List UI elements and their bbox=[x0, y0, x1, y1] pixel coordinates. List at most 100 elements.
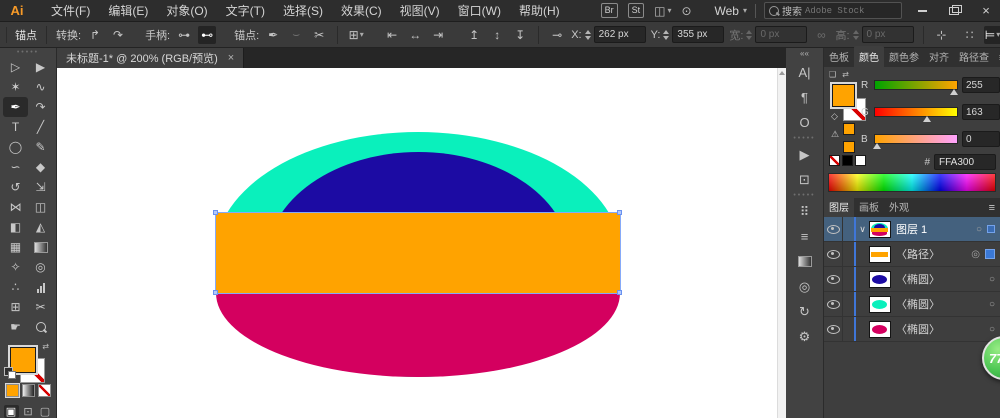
menubar-item[interactable]: 选择(S) bbox=[274, 0, 332, 22]
x-field-value[interactable]: 262 px bbox=[594, 26, 646, 43]
eraser-tool[interactable]: ◆ bbox=[28, 157, 53, 177]
width-field[interactable]: 宽:0 px bbox=[729, 26, 807, 43]
ellipse-tool[interactable]: ◯ bbox=[3, 137, 28, 157]
shape-builder-tool[interactable]: ◧ bbox=[3, 217, 28, 237]
transparency-panel-icon[interactable]: ◎ bbox=[786, 274, 824, 299]
connect-path-icon[interactable]: ⌣ bbox=[287, 26, 305, 44]
selection-anchor[interactable] bbox=[617, 210, 622, 215]
panel-toggle-icon[interactable]: ⊨▾ bbox=[984, 26, 1000, 44]
slider-thumb[interactable] bbox=[873, 143, 881, 149]
menubar-item[interactable]: 效果(C) bbox=[332, 0, 391, 22]
magic-wand-tool[interactable]: ✶ bbox=[3, 77, 28, 97]
slider-thumb[interactable] bbox=[923, 116, 931, 122]
menubar-item[interactable]: 编辑(E) bbox=[99, 0, 157, 22]
draw-mode-2-button[interactable]: ▢ bbox=[38, 405, 53, 418]
visibility-toggle[interactable] bbox=[824, 267, 843, 291]
x-field-stepper[interactable] bbox=[585, 30, 591, 40]
touch-type-tool-icon[interactable]: ⊙ bbox=[682, 4, 692, 18]
layer-name[interactable]: 〈椭圆〉 bbox=[896, 321, 940, 337]
artboard-tool[interactable]: ⊞ bbox=[3, 297, 28, 317]
reference-point-icon[interactable]: ⊸ bbox=[548, 26, 566, 44]
character-panel-icon[interactable]: A| bbox=[786, 60, 824, 85]
type-tool[interactable]: T bbox=[3, 117, 28, 137]
layers-tab-画板[interactable]: 画板 bbox=[854, 196, 884, 217]
artboard-options-icon[interactable]: ⊞▾ bbox=[347, 26, 365, 44]
transform-panel-icon[interactable]: ⠿ bbox=[786, 199, 824, 224]
channel-G-slider[interactable] bbox=[874, 107, 958, 117]
workspace-switcher[interactable]: Web ▾ bbox=[715, 4, 747, 18]
restore-button[interactable] bbox=[942, 3, 966, 19]
slice-tool[interactable]: ✂ bbox=[28, 297, 53, 317]
visibility-toggle[interactable] bbox=[824, 317, 843, 341]
height-field-value[interactable]: 0 px bbox=[862, 26, 914, 43]
layer-name[interactable]: 〈路径〉 bbox=[896, 246, 940, 262]
channel-B-slider[interactable] bbox=[874, 134, 958, 144]
blend-tool[interactable]: ◎ bbox=[28, 257, 53, 277]
menubar-item[interactable]: 视图(V) bbox=[391, 0, 449, 22]
white-swatch[interactable] bbox=[855, 155, 866, 166]
menubar-item[interactable]: 窗口(W) bbox=[449, 0, 510, 22]
mini-swatch-icon[interactable]: ❑ bbox=[829, 70, 836, 79]
selection-anchor[interactable] bbox=[213, 210, 218, 215]
out-of-web-color-icon[interactable]: ◇ bbox=[831, 111, 838, 122]
target-circle-icon[interactable]: ○ bbox=[989, 324, 995, 335]
menubar-item[interactable]: 文件(F) bbox=[42, 0, 99, 22]
canvas[interactable] bbox=[57, 68, 786, 418]
color-button[interactable] bbox=[6, 384, 19, 397]
selection-anchor[interactable] bbox=[213, 290, 218, 295]
channel-B-value[interactable]: 0 bbox=[962, 131, 1000, 147]
stroke-panel-icon[interactable]: ≡ bbox=[786, 224, 824, 249]
layer-row[interactable]: 〈路径〉 ◎ bbox=[824, 242, 1000, 267]
hand-tool[interactable]: ☛ bbox=[3, 317, 28, 337]
swap-fill-stroke-icon[interactable]: ⇄ bbox=[42, 342, 49, 351]
default-fill-stroke-icon[interactable] bbox=[4, 367, 13, 376]
menubar-item[interactable]: 对象(O) bbox=[157, 0, 216, 22]
layer-row[interactable]: 〈椭圆〉 ○ bbox=[824, 317, 1000, 342]
channel-R-value[interactable]: 255 bbox=[962, 77, 1000, 93]
height-field[interactable]: 高:0 px bbox=[835, 26, 913, 43]
selection-tool[interactable]: ▷ bbox=[3, 57, 28, 77]
bridge-button[interactable]: Br bbox=[601, 3, 618, 18]
height-field-stepper[interactable] bbox=[853, 30, 859, 40]
close-button[interactable]: × bbox=[974, 3, 998, 19]
target-circle-icon[interactable]: ◎ bbox=[971, 249, 980, 260]
y-field[interactable]: Y:355 px bbox=[651, 26, 725, 43]
workspace-layout-icon[interactable]: ◫▾ bbox=[654, 4, 671, 18]
channel-G-value[interactable]: 163 bbox=[962, 104, 1000, 120]
color-tab-颜色参[interactable]: 颜色参 bbox=[884, 46, 924, 67]
perspective-grid-tool[interactable]: ◭ bbox=[28, 217, 53, 237]
target-circle-icon[interactable]: ○ bbox=[976, 224, 982, 235]
visibility-toggle[interactable] bbox=[824, 292, 843, 316]
none-button[interactable] bbox=[38, 384, 51, 397]
mesh-tool[interactable]: ▦ bbox=[3, 237, 28, 257]
expand-chevron-icon[interactable]: ∨ bbox=[856, 224, 869, 235]
layers-tab-外观[interactable]: 外观 bbox=[884, 196, 914, 217]
scale-tool[interactable]: ⇲ bbox=[28, 177, 53, 197]
show-handles-icon[interactable]: ⊶ bbox=[175, 26, 193, 44]
align-top-icon[interactable]: ↥ bbox=[465, 26, 483, 44]
align-middle-icon[interactable]: ↕ bbox=[488, 26, 506, 44]
gradient-panel-icon[interactable] bbox=[786, 249, 824, 274]
draw-mode-0-button[interactable]: ▣ bbox=[4, 405, 19, 418]
document-tab[interactable]: 未标题-1* @ 200% (RGB/预览) × bbox=[57, 48, 244, 68]
color-tab-对齐[interactable]: 对齐 bbox=[924, 46, 954, 67]
align-right-icon[interactable]: ⇥ bbox=[429, 26, 447, 44]
symbol-sprayer-tool[interactable]: ∴ bbox=[3, 277, 28, 297]
rotate-tool[interactable]: ↺ bbox=[3, 177, 28, 197]
lasso-tool[interactable]: ∿ bbox=[28, 77, 53, 97]
color-spectrum-bar[interactable] bbox=[828, 173, 996, 192]
hex-value-input[interactable]: FFA300 bbox=[934, 154, 996, 170]
curvature-tool[interactable]: ↷ bbox=[28, 97, 53, 117]
paragraph-panel-icon[interactable]: ¶ bbox=[786, 85, 824, 110]
channel-R-slider[interactable] bbox=[874, 80, 958, 90]
layer-row[interactable]: 〈椭圆〉○ bbox=[824, 292, 1000, 317]
width-tool[interactable]: ⋈ bbox=[3, 197, 28, 217]
rect-orange[interactable] bbox=[216, 213, 620, 293]
symbols-panel-icon[interactable]: ↻ bbox=[786, 299, 824, 324]
width-field-value[interactable]: 0 px bbox=[755, 26, 807, 43]
paintbrush-tool[interactable]: ✎ bbox=[28, 137, 53, 157]
target-circle-icon[interactable]: ○ bbox=[989, 274, 995, 285]
shaper-tool[interactable]: ∽ bbox=[3, 157, 28, 177]
align-left-icon[interactable]: ⇤ bbox=[383, 26, 401, 44]
layer-row[interactable]: ∨图层 1○ bbox=[824, 217, 1000, 242]
